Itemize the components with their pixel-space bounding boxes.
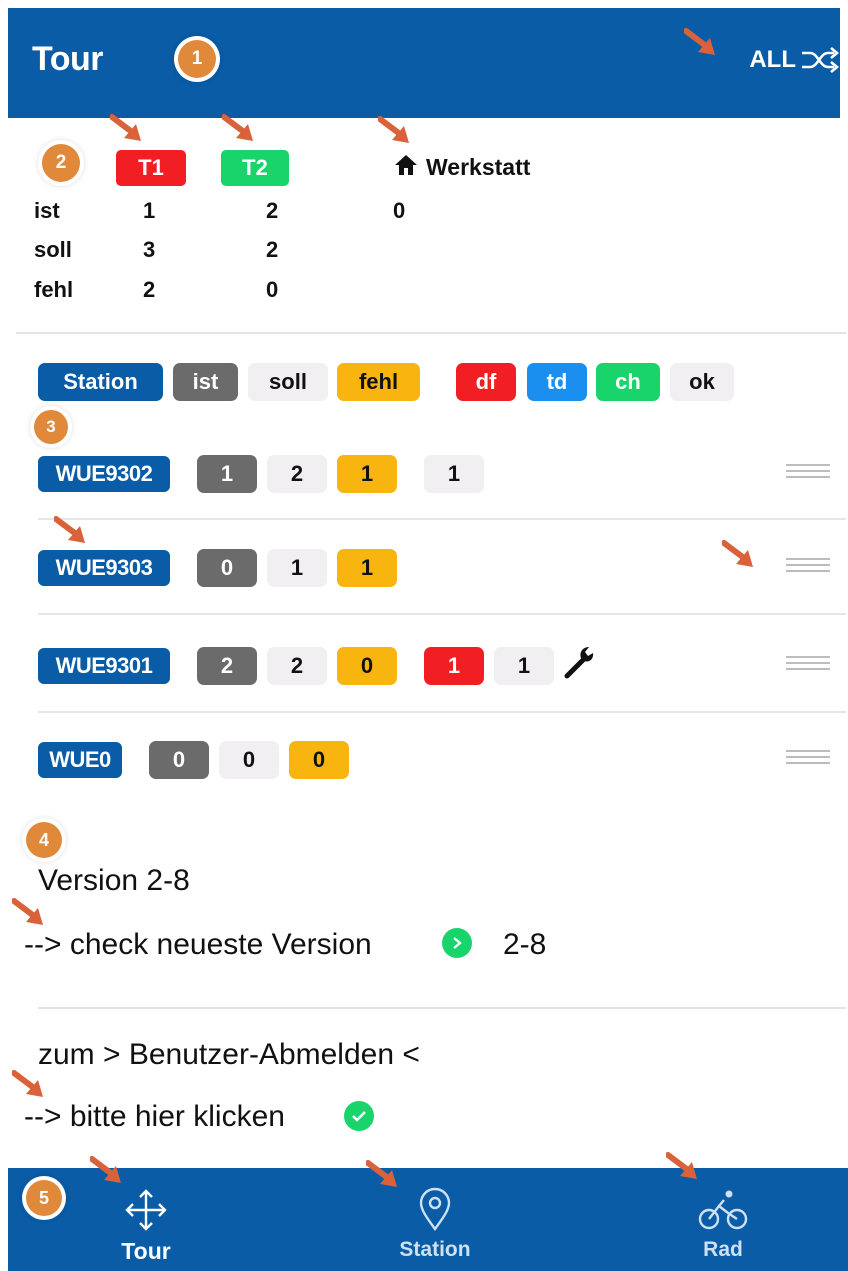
- station-id-button[interactable]: WUE9303: [38, 550, 170, 586]
- station-ist: 0: [149, 741, 209, 779]
- annotation-marker-4: 4: [26, 822, 62, 858]
- nav-label: Rad: [703, 1238, 743, 1261]
- station-soll: 2: [267, 647, 327, 685]
- station-df: 1: [424, 647, 484, 685]
- check-icon[interactable]: [344, 1101, 374, 1131]
- legend-ch: ch: [596, 363, 660, 401]
- tag-t2[interactable]: T2: [221, 150, 289, 186]
- summary-row-label: fehl: [34, 277, 74, 302]
- drag-handle-icon[interactable]: [786, 464, 830, 482]
- legend-fehl: fehl: [337, 363, 420, 401]
- summary-t1-fehl: 2: [143, 277, 156, 302]
- annotation-arrow: [222, 114, 256, 144]
- bicycle-icon: [698, 1190, 748, 1230]
- nav-rad[interactable]: Rad: [673, 1186, 773, 1262]
- legend-td: td: [527, 363, 587, 401]
- shuffle-icon[interactable]: [800, 44, 840, 76]
- wrench-icon[interactable]: [563, 644, 599, 680]
- nav-station[interactable]: Station: [385, 1186, 485, 1262]
- logout-link[interactable]: --> bitte hier klicken: [24, 1100, 285, 1134]
- logout-label: zum > Benutzer-Abmelden <: [38, 1038, 420, 1071]
- summary-workshop-ist: 0: [393, 198, 406, 223]
- annotation-arrow: [12, 898, 46, 928]
- all-toggle-label[interactable]: ALL: [749, 46, 796, 74]
- annotation-marker-2: 2: [42, 144, 80, 182]
- station-id-button[interactable]: WUE9302: [38, 456, 170, 492]
- legend-station: Station: [38, 363, 163, 401]
- map-pin-icon: [419, 1187, 451, 1232]
- annotation-arrow: [110, 114, 144, 144]
- row-divider: [38, 518, 846, 520]
- nav-tour[interactable]: Tour: [96, 1188, 196, 1265]
- latest-version-value: 2-8: [503, 928, 547, 961]
- nav-label: Station: [399, 1238, 471, 1261]
- station-soll: 0: [219, 741, 279, 779]
- app-header: [8, 8, 840, 118]
- row-divider: [38, 613, 846, 615]
- move-icon: [125, 1189, 167, 1231]
- summary-t1-ist: 1: [143, 198, 156, 223]
- workshop-label: Werkstatt: [426, 154, 531, 180]
- summary-row-label: soll: [34, 237, 72, 262]
- annotation-arrow: [684, 28, 718, 58]
- annotation-arrow: [12, 1070, 46, 1100]
- annotation-arrow: [722, 540, 756, 570]
- page-title: Tour: [32, 40, 104, 78]
- annotation-marker-3: 3: [34, 410, 68, 444]
- station-fehl: 1: [337, 455, 397, 493]
- legend-soll: soll: [248, 363, 328, 401]
- station-fehl: 0: [289, 741, 349, 779]
- annotation-arrow: [54, 516, 88, 546]
- annotation-marker-5: 5: [26, 1180, 62, 1216]
- summary-t2-soll: 2: [266, 237, 279, 262]
- legend-ok: ok: [670, 363, 734, 401]
- legend-ist: ist: [173, 363, 238, 401]
- drag-handle-icon[interactable]: [786, 558, 830, 576]
- divider: [16, 332, 846, 334]
- chevron-right-icon[interactable]: [442, 928, 472, 958]
- annotation-arrow: [378, 116, 412, 146]
- drag-handle-icon[interactable]: [786, 750, 830, 768]
- nav-label: Tour: [121, 1238, 171, 1264]
- station-ok: 1: [494, 647, 554, 685]
- home-icon: [395, 155, 417, 175]
- station-ist: 2: [197, 647, 257, 685]
- summary-t2-ist: 2: [266, 198, 279, 223]
- station-id-button[interactable]: WUE9301: [38, 648, 170, 684]
- annotation-marker-1: 1: [178, 40, 216, 78]
- version-label: Version 2-8: [38, 864, 190, 897]
- drag-handle-icon[interactable]: [786, 656, 830, 674]
- station-ist: 1: [197, 455, 257, 493]
- station-soll: 2: [267, 455, 327, 493]
- summary-t2-fehl: 0: [266, 277, 279, 302]
- station-soll: 1: [267, 549, 327, 587]
- station-ist: 0: [197, 549, 257, 587]
- summary-t1-soll: 3: [143, 237, 156, 262]
- station-id-button[interactable]: WUE0: [38, 742, 122, 778]
- annotation-arrow: [90, 1156, 124, 1186]
- station-fehl: 1: [337, 549, 397, 587]
- divider: [38, 1007, 846, 1009]
- row-divider: [38, 711, 846, 713]
- station-ok: 1: [424, 455, 484, 493]
- annotation-arrow: [666, 1152, 700, 1182]
- station-fehl: 0: [337, 647, 397, 685]
- tag-t1[interactable]: T1: [116, 150, 186, 186]
- check-version-link[interactable]: --> check neueste Version: [24, 928, 372, 962]
- summary-row-label: ist: [34, 198, 60, 223]
- legend-df: df: [456, 363, 516, 401]
